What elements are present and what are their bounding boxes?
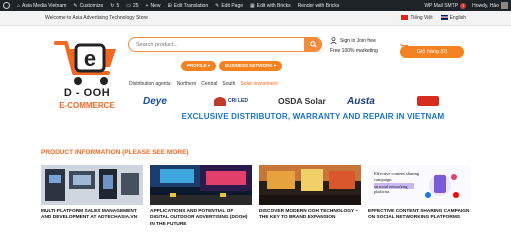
admin-bar: ⌂ Asia Media Vietnam ✎ Customize ↻ 5 ▭ 2… [0,0,511,11]
post-thumbnail[interactable]: Effective content sharing campaign on so… [368,165,470,205]
brand-logo-osda[interactable]: OSDA Solar [278,93,326,109]
home-icon: ⌂ [17,2,21,9]
post-thumbnail[interactable] [41,165,143,205]
vietnam-flag-icon [401,15,409,21]
brand-logos: Deye CRI LED OSDA Solar Austa [141,93,501,111]
post-thumbnail[interactable] [259,165,361,205]
user-icon [330,37,337,44]
post-title[interactable]: EFFECTIVE CONTENT SHARING CAMPAIGN ON SO… [368,209,470,222]
post-card[interactable]: DISCOVER MODERN OOH TECHNOLOGY – THE KEY… [259,165,361,222]
edit-bricks-link[interactable]: ▦ Edit with Bricks [250,3,291,9]
site-name-link[interactable]: ⌂ Asia Media Vietnam [17,3,66,9]
thumb-caption-2: on social networking platforms [374,184,408,195]
top-bar: Welcome to Asia Advertising Technology S… [0,11,511,26]
edit-translation-link[interactable]: ⊞ Edit Translation [167,3,208,9]
user-menu[interactable]: Howdy, Hảo [472,2,508,9]
new-content-link[interactable]: + New [146,3,161,9]
brand-logo-5[interactable] [417,93,439,109]
edit-page-link[interactable]: ✎ Edit Page [215,3,243,9]
cart-button[interactable]: Giỏ hàng (0) [400,46,464,58]
translate-icon: ⊞ [167,2,172,9]
brand-logo-deye[interactable]: Deye [143,93,167,109]
plus-icon: + [145,2,149,9]
post-card[interactable]: Effective content sharing campaign on so… [368,165,470,222]
agent-link-solar[interactable]: Solar investment [240,81,277,87]
thumb-caption-1: Effective content sharing campaign [374,171,420,182]
logo-text-ecommerce: E-COMMERCE [59,101,115,110]
chevron-down-icon: ▾ [273,63,277,68]
post-title[interactable]: DISCOVER MODERN OOH TECHNOLOGY – THE KEY… [259,209,361,222]
chevron-down-icon: ▾ [207,63,211,68]
post-card[interactable]: MULTI-PLATFORM SALES MANAGEMENT AND DEVE… [41,165,143,222]
agents-label: Distribution agents: [129,81,172,87]
distribution-agents: Distribution agents: Northern Central So… [129,81,278,87]
uk-flag-icon [440,15,448,21]
welcome-text: Welcome to Asia Advertising Technology S… [45,15,148,21]
cart-logo-icon: e [54,41,116,85]
bricks-icon: ▦ [250,2,255,9]
updates-link[interactable]: ↻ 5 [110,3,119,9]
post-card[interactable]: APPLICATIONS AND POTENTIAL OF DIGITAL OU… [150,165,252,228]
signin-link[interactable]: Sign in Join free [330,37,378,44]
smtp-badge: 1 [460,2,467,9]
search-button[interactable] [304,37,322,52]
brush-icon: ✎ [73,2,78,9]
marketing-text: Free 100% marketing [330,48,378,54]
brand-logo-austa[interactable]: Austa [347,93,375,109]
render-bricks-link[interactable]: Render with Bricks [298,3,340,9]
comment-icon: ▭ [126,2,131,9]
lang-en-link[interactable]: English [440,15,466,21]
logo-text-dooh: D - OOH [63,87,111,99]
search-box [128,37,322,52]
cri-emblem-icon [214,96,226,106]
wp-logo-menu[interactable] [3,2,10,9]
agent-link-northern[interactable]: Northern [177,81,196,87]
customize-link[interactable]: ✎ Customize [73,3,103,9]
post-title[interactable]: MULTI-PLATFORM SALES MANAGEMENT AND DEVE… [41,209,143,222]
refresh-icon: ↻ [110,2,115,9]
tagline: EXCLUSIVE DISTRIBUTOR, WARRANTY AND REPA… [181,112,445,121]
post-thumbnail[interactable] [150,165,252,205]
menu-business-network[interactable]: BUSINESS NETWORK ▾ [219,61,283,71]
agent-link-central[interactable]: Central [201,81,217,87]
avatar [501,2,508,9]
site-logo[interactable]: e D - OOH E-COMMERCE [46,33,128,121]
comments-link[interactable]: ▭ 25 [126,3,138,9]
svg-text:e: e [84,46,96,71]
account-area: Sign in Join free Free 100% marketing [330,37,378,58]
wordpress-icon [3,2,10,9]
lang-vi-link[interactable]: Tiếng Việt [401,15,433,21]
section-title: PRODUCT INFORMATION (PLEASE SEE MORE) [41,149,189,156]
brand-5-mark [417,96,439,106]
pencil-icon: ✎ [215,2,220,9]
menu-profile[interactable]: PROFILE ▾ [181,61,217,71]
main-menu: PROFILE ▾ BUSINESS NETWORK ▾ [181,61,283,71]
brand-logo-cri[interactable]: CRI LED [214,93,248,109]
agent-link-south[interactable]: South [222,81,235,87]
post-title[interactable]: APPLICATIONS AND POTENTIAL OF DIGITAL OU… [150,209,252,228]
search-input[interactable] [136,41,314,48]
smtp-link[interactable]: WP Mail SMTP 1 [424,2,467,9]
search-icon [309,41,317,48]
